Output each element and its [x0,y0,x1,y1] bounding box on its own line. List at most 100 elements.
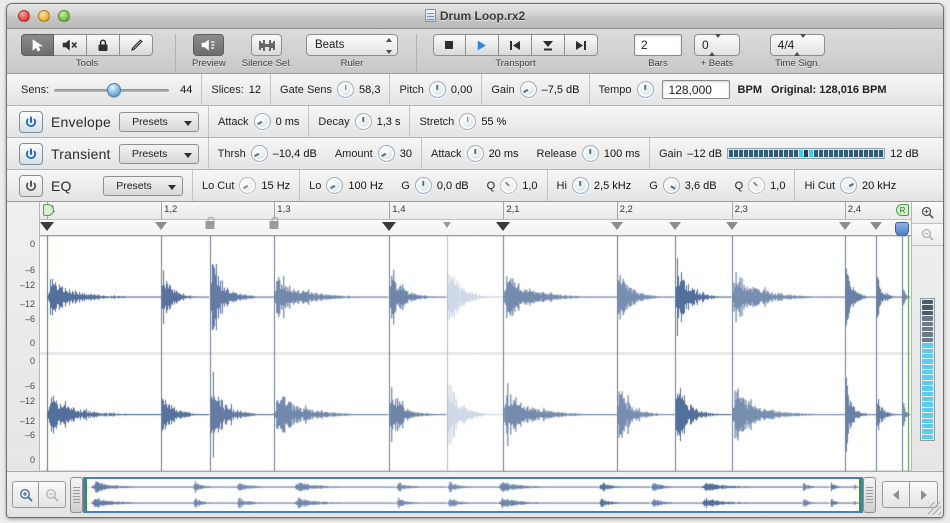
editor-right-column [911,202,943,471]
overview-waveform[interactable] [83,476,863,513]
overview-right-handle[interactable] [863,476,876,513]
eq-hi-gain-knob[interactable] [662,177,680,194]
minimize-button[interactable] [38,10,50,22]
transient-gain-min: –12 dB [687,147,723,160]
transient-attack-knob[interactable] [466,145,484,162]
transient-amount-knob[interactable] [377,145,395,162]
tempo-original: Original: 128,016 BPM [771,83,887,96]
gate-sens-knob[interactable] [337,81,355,98]
tempo-field[interactable]: 128,000 [661,80,730,99]
gain-knob[interactable] [519,81,537,98]
envelope-presets-popup[interactable]: Presets [118,111,199,132]
eq-hi-gain-label: G [649,179,658,192]
envelope-power-button[interactable] [19,110,43,133]
left-arrow-icon [893,489,899,500]
lock-tool-button[interactable] [87,34,120,56]
db-tick-label: –6 [24,381,35,392]
slice-marker[interactable] [668,222,681,230]
overview-prev-button[interactable] [882,481,910,508]
beats-stepper[interactable]: 0 [693,34,740,56]
window-resize-grip[interactable] [928,502,941,515]
waveform-canvas[interactable] [40,236,911,471]
eq-lo-knob[interactable] [326,177,344,194]
tempo-knob[interactable] [636,81,654,98]
bars-value: 2 [640,38,648,52]
bars-field[interactable]: 2 [633,34,682,56]
slice-marker[interactable] [155,222,168,230]
transient-power-button[interactable] [19,142,43,165]
eq-hi-q-knob[interactable] [748,177,766,194]
transient-gain-cell: Gain –12 dB 12 dB [650,138,943,169]
transient-release-knob[interactable] [581,145,599,162]
slice-marker-row[interactable] [39,217,911,237]
eq-lo-label: Lo [309,179,322,192]
arrow-tool-button[interactable] [21,34,54,56]
transient-presets-popup[interactable]: Presets [118,143,199,164]
pitch-knob[interactable] [428,81,446,98]
eq-lo-cell: Lo 100 Hz [300,170,392,201]
loop-start-marker[interactable] [42,204,54,216]
loop-end-marker[interactable]: R [896,204,909,216]
forward-button[interactable] [564,34,598,56]
overview-selection-end[interactable] [859,478,861,511]
slice-marker[interactable] [838,222,851,230]
db-tick-label: 0 [29,454,35,465]
overview-zoom-out-button[interactable] [39,481,66,508]
envelope-attack-label: Attack [217,115,249,128]
toolbar-group-tools: Tools [21,34,153,69]
locked-slice-marker[interactable] [269,217,279,229]
overview-canvas[interactable] [85,478,861,511]
envelope-decay-knob[interactable] [354,113,372,130]
slice-marker[interactable] [725,222,738,230]
zoom-in-button[interactable] [912,202,943,224]
overview-zoom-in-button[interactable] [12,481,39,508]
eq-locut-value: 15 Hz [261,179,291,192]
title-bar: Drum Loop.rx2 [7,4,943,29]
transient-thrsh-knob[interactable] [250,145,268,162]
envelope-attack-knob[interactable] [253,113,271,130]
eq-lo-gain-knob[interactable] [414,177,432,194]
slice-marker[interactable] [442,222,451,228]
silence-selection-button[interactable] [251,34,283,56]
eq-hi-knob[interactable] [571,177,589,194]
overview-selection-start[interactable] [85,478,87,511]
envelope-decay-label: Decay [318,115,350,128]
db-tick-label: –12 [19,415,35,426]
mute-tool-button[interactable] [54,34,87,56]
eq-presets-popup[interactable]: Presets [103,175,183,196]
sens-slider[interactable] [54,82,170,98]
slice-marker[interactable] [39,222,54,231]
rewind-button[interactable] [498,34,532,56]
ruler-popup[interactable]: Beats [305,34,398,56]
slice-marker[interactable] [382,222,397,231]
time-sign-stepper[interactable]: 4/4 [769,34,826,56]
stop-button[interactable] [432,34,466,56]
eq-hicut-knob[interactable] [840,177,857,194]
preview-button[interactable] [193,34,225,56]
sens-slider-thumb[interactable] [106,82,121,97]
zoom-out-button[interactable] [912,224,943,246]
envelope-stretch-label: Stretch [419,115,455,128]
to-start-button[interactable] [531,34,565,56]
eq-locut-knob[interactable] [239,177,257,194]
eq-power-button[interactable] [19,174,43,197]
sens-cell: Sens: 44 [7,74,203,105]
locked-slice-marker[interactable] [205,217,215,229]
zoom-button[interactable] [58,10,70,22]
selected-slice-marker[interactable] [895,222,910,237]
slice-marker[interactable] [870,222,883,230]
waveform-display[interactable] [40,236,911,471]
slice-marker[interactable] [610,222,623,230]
pencil-tool-button[interactable] [120,34,153,56]
overview-left-handle[interactable] [70,476,83,513]
envelope-stretch-knob[interactable] [459,113,477,130]
play-button[interactable] [465,34,499,56]
toolbar-divider [175,34,176,72]
eq-locut-cell: Lo Cut 15 Hz [193,170,301,201]
close-button[interactable] [18,10,30,22]
transient-gain-meter[interactable] [727,148,886,159]
eq-lo-q-knob[interactable] [500,177,518,194]
timeline-ruler[interactable]: 11,21,31,42,12,22,32,4R [40,202,911,220]
right-arrow-icon [920,489,927,500]
slice-marker[interactable] [496,222,511,231]
